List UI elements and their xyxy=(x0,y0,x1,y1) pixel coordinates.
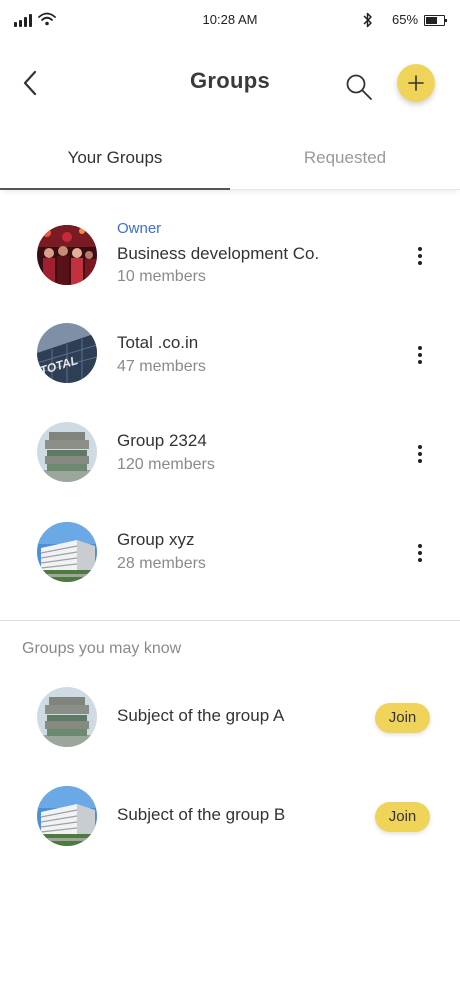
tab-bar: Your Groups Requested xyxy=(0,132,460,190)
battery-fill xyxy=(426,17,437,24)
active-tab-indicator xyxy=(0,188,230,190)
status-bar: 10:28 AM 65% xyxy=(0,0,460,40)
battery-percent: 65% xyxy=(392,12,419,27)
suggested-group-name: Subject of the group A xyxy=(117,706,285,725)
group-list-item[interactable]: TOTAL Total .co.in 47 members xyxy=(0,308,460,398)
group-list-item[interactable]: Group 2324 120 members xyxy=(0,407,460,497)
page-title: Groups xyxy=(189,68,271,93)
group-members-count: 28 members xyxy=(117,555,206,572)
search-button[interactable] xyxy=(344,72,374,102)
app-header: Groups xyxy=(0,48,460,118)
group-members-count: 10 members xyxy=(117,268,206,285)
group-name: Group xyz xyxy=(117,530,195,549)
add-group-button[interactable] xyxy=(397,64,435,102)
group-name: Business development Co. xyxy=(117,244,320,263)
suggested-group-item: Subject of the group A Join xyxy=(0,682,460,752)
status-time: 10:28 AM xyxy=(202,12,258,27)
group-avatar-crowd xyxy=(37,225,97,285)
owner-label: Owner xyxy=(117,220,162,237)
suggested-group-name: Subject of the group B xyxy=(117,805,286,824)
group-avatar-office-building xyxy=(37,522,97,582)
group-avatar-total-building: TOTAL xyxy=(37,323,97,383)
group-name: Total .co.in xyxy=(117,333,199,352)
suggested-group-item: Subject of the group B Join xyxy=(0,782,460,852)
bluetooth-icon xyxy=(363,12,372,28)
search-icon xyxy=(346,74,372,100)
group-avatar-modern-building xyxy=(37,687,97,747)
suggestions-title: Groups you may know xyxy=(22,640,182,657)
plus-icon xyxy=(408,75,424,91)
group-members-count: 120 members xyxy=(117,456,215,473)
battery-icon xyxy=(424,15,447,26)
group-list-item[interactable]: Owner Business development Co. 10 member… xyxy=(0,209,460,299)
group-list-item[interactable]: Group xyz 28 members xyxy=(0,506,460,596)
group-members-count: 47 members xyxy=(117,358,206,375)
more-options-button[interactable] xyxy=(410,541,430,565)
tab-requested[interactable]: Requested xyxy=(230,148,460,168)
section-divider xyxy=(0,620,460,621)
group-avatar-office-building xyxy=(37,786,97,846)
group-avatar-modern-building xyxy=(37,422,97,482)
more-options-button[interactable] xyxy=(410,343,430,367)
join-button[interactable]: Join xyxy=(375,802,430,832)
tab-your-groups[interactable]: Your Groups xyxy=(0,148,230,168)
group-name: Group 2324 xyxy=(117,431,207,450)
more-options-button[interactable] xyxy=(410,244,430,268)
more-options-button[interactable] xyxy=(410,442,430,466)
join-button[interactable]: Join xyxy=(375,703,430,733)
